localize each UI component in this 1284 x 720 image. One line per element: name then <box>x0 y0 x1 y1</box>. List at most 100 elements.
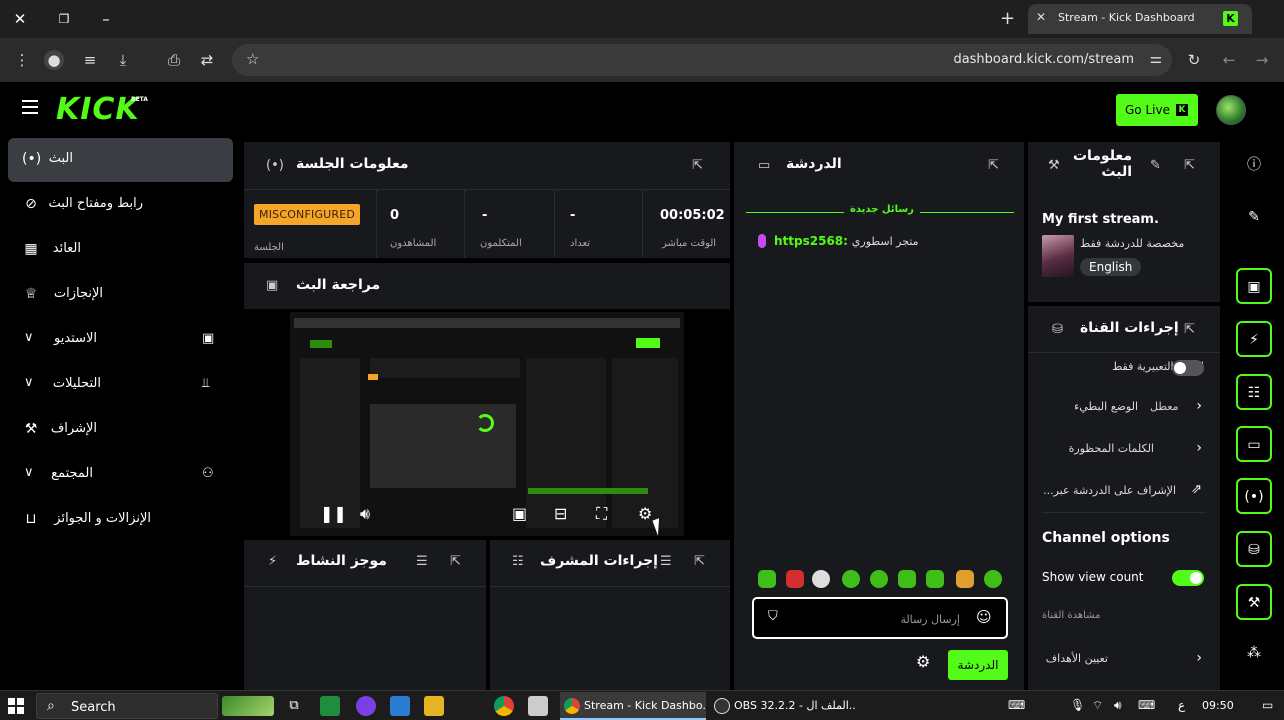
sidebar-item-drops[interactable]: ⊔ الإنزالات و الجوائز <box>8 498 233 542</box>
sidebar-item-community[interactable]: ∨ المجتمع ⚇ <box>8 453 233 497</box>
download-icon[interactable]: ⤓ <box>113 50 133 70</box>
speaker-icon[interactable]: 🔊︎ <box>1114 698 1122 713</box>
popout-icon[interactable]: ⇱ <box>1184 158 1195 173</box>
pause-icon[interactable]: ❚❚ <box>320 504 347 523</box>
chat-input-box[interactable]: ⛉ ☺ <box>752 597 1008 639</box>
go-live-button[interactable]: Go Live K <box>1116 94 1198 126</box>
emote-icon[interactable] <box>786 570 804 588</box>
taskbar-window-obs[interactable]: OBS 32.2.2 - الملف ال... <box>710 692 856 720</box>
broadcast-icon[interactable]: (•) <box>1236 478 1272 514</box>
back-icon[interactable]: ← <box>1219 50 1239 70</box>
chat-username[interactable]: https2568: <box>774 234 848 248</box>
info-icon[interactable]: ⓘ <box>1236 148 1272 184</box>
restore-window-icon[interactable]: ❐ <box>52 8 76 30</box>
popout-icon[interactable]: ⇱ <box>1184 322 1195 337</box>
mail-app-icon[interactable] <box>390 696 410 716</box>
shield-icon[interactable]: ⛉ <box>768 609 778 624</box>
popout-icon[interactable]: ⇱ <box>694 554 705 569</box>
sidebar-item-moderation[interactable]: ⚒ الإشراف <box>8 408 233 452</box>
microphone-icon[interactable]: 🎙︎ <box>1070 698 1085 712</box>
preview-panel-icon[interactable]: ▣ <box>1236 268 1272 304</box>
site-settings-icon[interactable]: ⚌ <box>1149 51 1162 67</box>
emote-icon[interactable] <box>842 570 860 588</box>
notifications-icon[interactable]: ▭ <box>1262 698 1273 712</box>
filter-icon[interactable]: ☰ <box>416 554 428 569</box>
more-widgets-icon[interactable]: ⁂ <box>1236 636 1272 672</box>
language-indicator[interactable]: ع <box>1178 698 1185 712</box>
task-view-icon[interactable]: ⧉ <box>284 696 304 716</box>
sidebar-item-stream-key[interactable]: ⊘ رابط ومفتاح البث <box>8 183 233 227</box>
sidebar-item-studio[interactable]: ∨ الاستديو ▣ <box>8 318 233 362</box>
new-tab-icon[interactable]: + <box>1000 8 1015 29</box>
keyboard-icon[interactable]: ⌨ <box>1008 698 1025 712</box>
maps-app-icon[interactable] <box>356 696 376 716</box>
close-tab-icon[interactable]: ✕ <box>1036 10 1046 24</box>
picture-in-picture-icon[interactable]: ▣ <box>512 504 527 523</box>
close-window-icon[interactable]: ✕ <box>8 8 32 30</box>
print-icon[interactable]: ⎙ <box>164 50 184 70</box>
app-icon[interactable] <box>528 696 548 716</box>
show-view-count-toggle[interactable] <box>1172 570 1204 586</box>
sidebar-item-stream[interactable]: (•) البث <box>8 138 233 182</box>
chat-bubble-icon[interactable]: ▭ <box>1236 426 1272 462</box>
input-keyboard-icon[interactable]: ⌨ <box>1138 698 1155 712</box>
filter-icon[interactable]: ☰ <box>660 554 672 569</box>
edit-pencil-icon[interactable]: ✎ <box>1150 158 1161 173</box>
emote-icon[interactable] <box>758 570 776 588</box>
hamburger-menu-icon[interactable] <box>22 100 38 114</box>
clock[interactable]: 09:50 <box>1202 699 1234 712</box>
chat-input[interactable] <box>790 609 960 629</box>
popout-icon[interactable]: ⇱ <box>988 158 999 173</box>
external-link-icon[interactable]: ⇗ <box>1191 482 1202 497</box>
banned-words-label[interactable]: الكلمات المحظورة <box>1042 442 1154 455</box>
taskbar-window-chrome[interactable]: Stream - Kick Dashbo... <box>560 692 706 720</box>
fullscreen-icon[interactable]: ⛶ <box>596 504 607 524</box>
chat-send-button[interactable]: الدردشة <box>948 650 1008 680</box>
sidebar-item-revenue[interactable]: ▦ العائد <box>8 228 233 272</box>
emote-icon[interactable] <box>870 570 888 588</box>
set-goals-label[interactable]: تعيين الأهداف <box>1042 652 1108 665</box>
emote-icon[interactable] <box>956 570 974 588</box>
emote-icon[interactable] <box>984 570 1002 588</box>
network-icon[interactable]: ⌔ <box>1092 698 1103 713</box>
stream-preview-video[interactable]: ❚❚ 🔊︎ ▣ ⊟ ⛶ ⚙ <box>244 310 730 540</box>
moderate-chat-label[interactable]: الإشراف على الدردشة عبر... <box>1042 484 1176 497</box>
bookmark-star-icon[interactable]: ☆ <box>246 50 259 68</box>
user-avatar[interactable] <box>1216 95 1246 125</box>
edit-pencil-icon[interactable]: ✎ <box>1236 200 1272 236</box>
sidebar-item-analytics[interactable]: ∨ التحليلات ⫫ <box>8 363 233 407</box>
address-bar[interactable]: ☆ dashboard.kick.com/stream ⚌ <box>232 44 1172 76</box>
list-icon[interactable]: ☷ <box>1236 374 1272 410</box>
chevron-right-icon[interactable]: › <box>1196 398 1202 414</box>
settings-gear-icon[interactable]: ⚙ <box>638 504 652 523</box>
emote-only-toggle[interactable] <box>1172 360 1204 376</box>
cinema-mode-icon[interactable]: ⊟ <box>554 504 567 523</box>
popout-icon[interactable]: ⇱ <box>692 158 703 173</box>
translate-icon[interactable]: ⇄ <box>197 50 217 70</box>
chevron-right-icon[interactable]: › <box>1196 650 1202 666</box>
file-explorer-icon[interactable] <box>424 696 444 716</box>
lightning-icon[interactable]: ⚡ <box>1236 321 1272 357</box>
minimize-window-icon[interactable]: – <box>94 8 118 30</box>
menu-dots-icon[interactable]: ⋮ <box>12 50 32 70</box>
chevron-right-icon[interactable]: › <box>1196 440 1202 456</box>
popout-icon[interactable]: ⇱ <box>450 554 461 569</box>
forward-icon[interactable]: → <box>1252 50 1272 70</box>
windows-start-icon[interactable] <box>8 698 24 714</box>
emote-icon[interactable] <box>898 570 916 588</box>
reading-list-icon[interactable]: ≡ <box>80 50 100 70</box>
widget-thumbnail[interactable] <box>222 696 274 716</box>
profile-icon[interactable]: ● <box>44 50 64 70</box>
chrome-icon[interactable] <box>494 696 514 716</box>
actions-icon[interactable]: ⛁ <box>1236 531 1272 567</box>
kick-logo[interactable]: KICK <box>56 92 140 127</box>
spreadsheet-app-icon[interactable] <box>320 696 340 716</box>
volume-icon[interactable]: 🔊︎ <box>360 504 370 524</box>
browser-tab[interactable]: ✕ Stream - Kick Dashboard K <box>1028 4 1252 34</box>
emote-icon[interactable] <box>926 570 944 588</box>
chat-settings-gear-icon[interactable]: ⚙ <box>916 652 930 671</box>
wrench-icon[interactable]: ⚒ <box>1236 584 1272 620</box>
taskbar-search[interactable]: ⌕ Search <box>36 693 218 719</box>
emote-icon[interactable] <box>812 570 830 588</box>
emoji-icon[interactable]: ☺ <box>976 608 992 626</box>
